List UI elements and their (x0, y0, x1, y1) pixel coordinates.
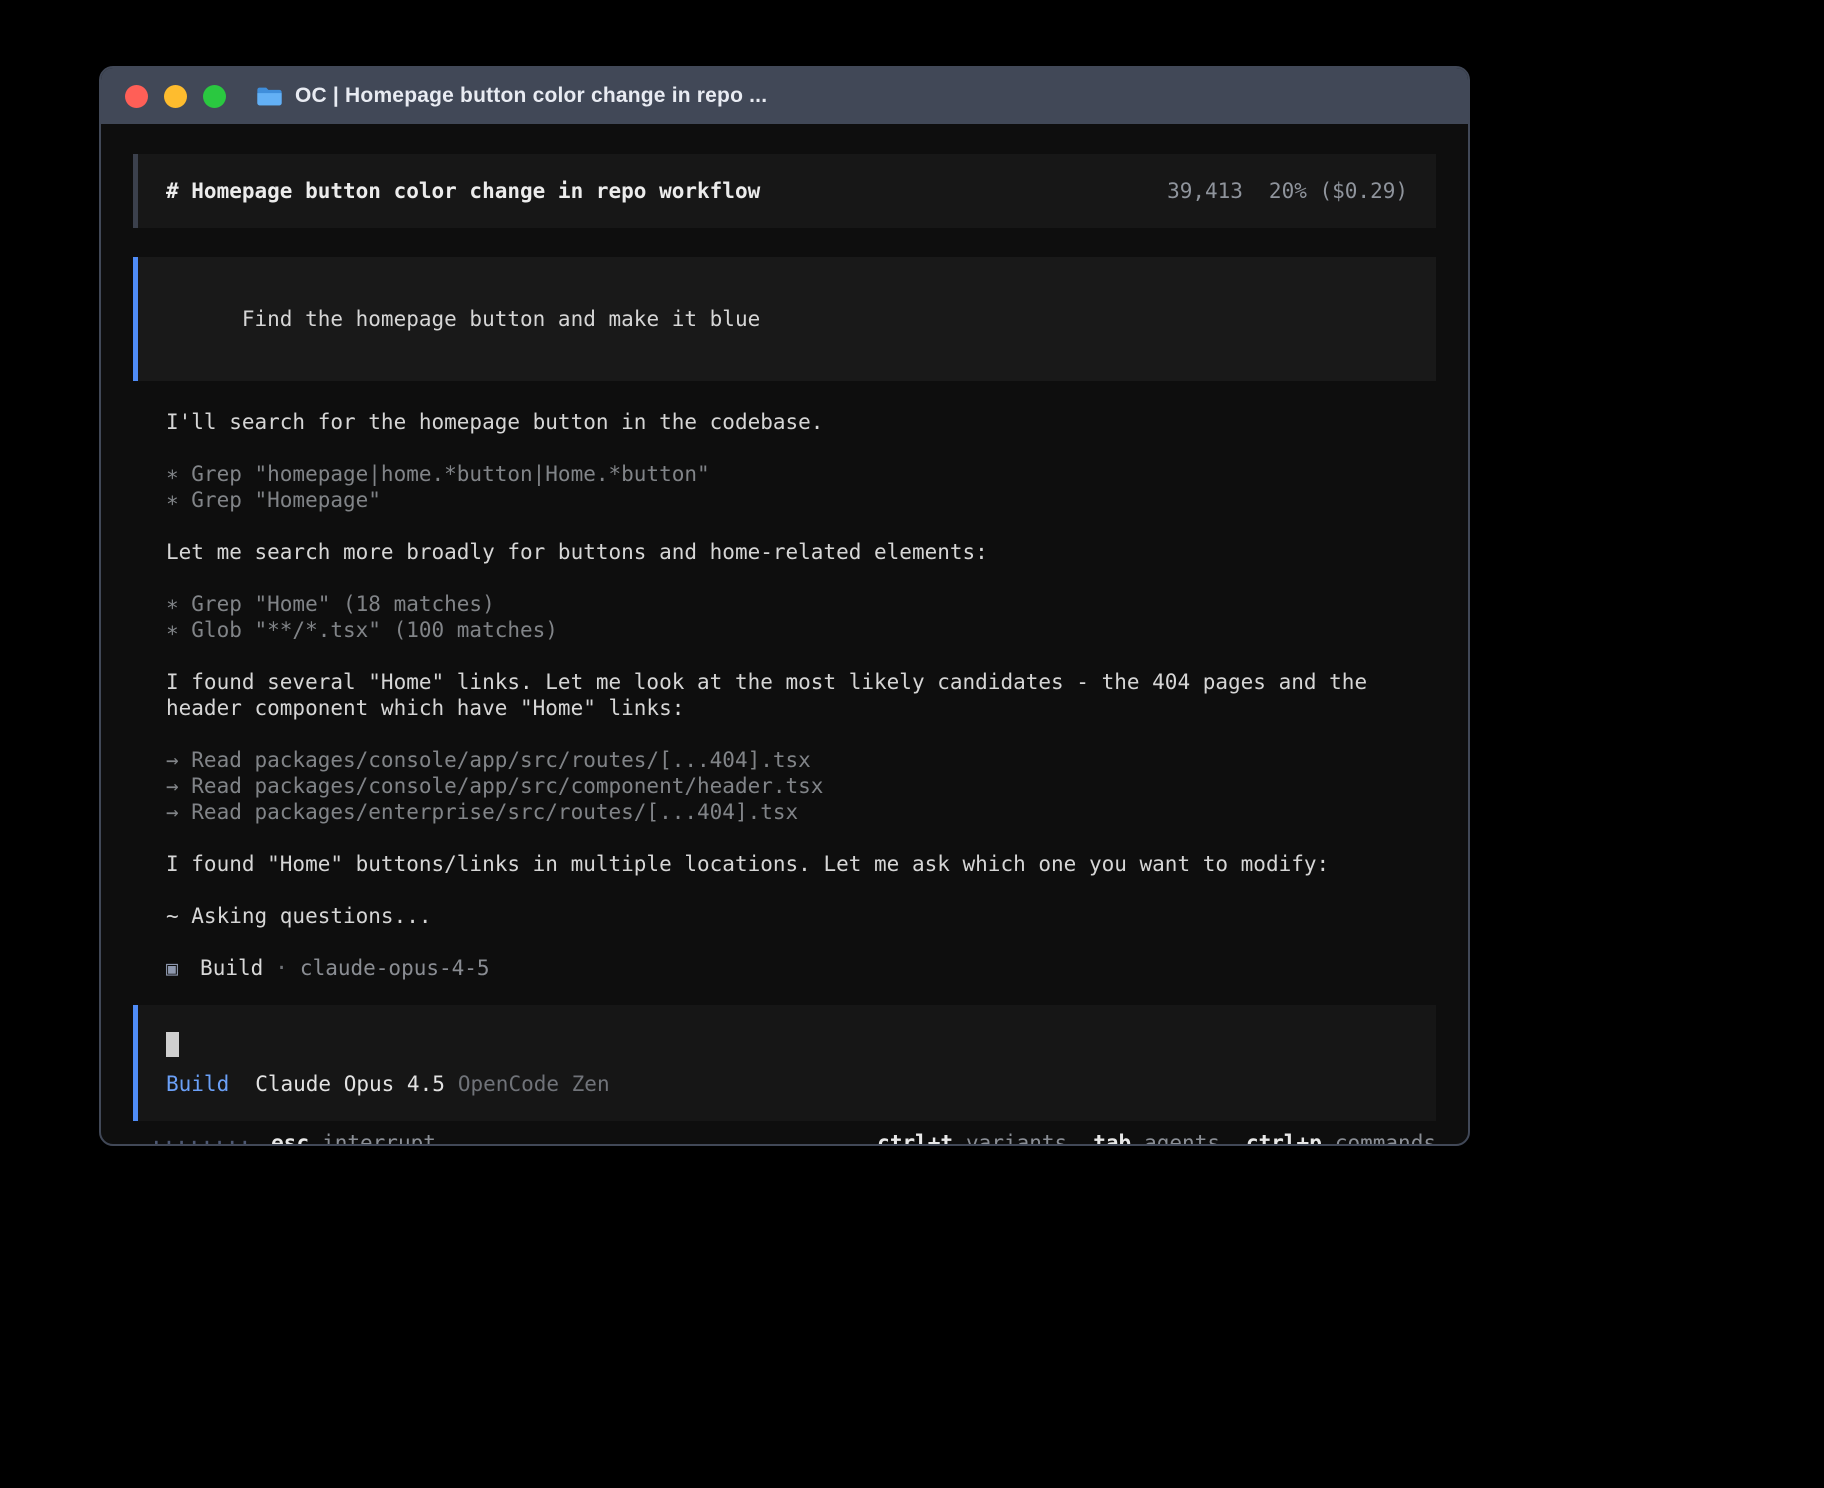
tool-call-line: → Read packages/enterprise/src/routes/[.… (166, 799, 1436, 825)
shortcut-label: agents (1144, 1130, 1220, 1144)
shortcut-label: interrupt (322, 1130, 436, 1144)
folder-icon (256, 86, 283, 107)
window-titlebar: OC | Homepage button color change in rep… (101, 68, 1468, 124)
shortcut-commands: ctrl+p commands (1246, 1130, 1436, 1144)
tool-call-line: ∗ Grep "Homepage" (166, 487, 1436, 513)
shortcut-key: esc (271, 1130, 309, 1144)
pending-status-line: ~ Asking questions... (166, 903, 1436, 929)
shortcut-hints-right: ctrl+t variants tab agents ctrl+p comman… (877, 1130, 1436, 1144)
assistant-text-line: I found several "Home" links. Let me loo… (166, 669, 1436, 695)
assistant-text-line: I'll search for the homepage button in t… (166, 409, 1436, 435)
user-message: Find the homepage button and make it blu… (133, 257, 1436, 381)
agent-model: claude-opus-4-5 (300, 955, 490, 981)
text-cursor (166, 1032, 179, 1057)
assistant-response: I'll search for the homepage button in t… (133, 409, 1436, 981)
prompt-input[interactable]: Build Claude Opus 4.5 OpenCode Zen (133, 1005, 1436, 1121)
shortcut-label: variants (966, 1130, 1067, 1144)
shortcut-key: tab (1093, 1130, 1131, 1144)
close-button[interactable] (125, 85, 148, 108)
window-title: OC | Homepage button color change in rep… (295, 84, 767, 108)
provider-label: OpenCode Zen (458, 1071, 610, 1097)
shortcut-agents: tab agents (1093, 1130, 1220, 1144)
agent-badge: ▣ Build · claude-opus-4-5 (166, 955, 1436, 981)
shortcut-key: ctrl+p (1246, 1130, 1322, 1144)
maximize-button[interactable] (203, 85, 226, 108)
agent-name: Build (200, 955, 263, 981)
tool-call-line: ∗ Glob "**/*.tsx" (100 matches) (166, 617, 1436, 643)
shortcut-interrupt: esc interrupt (271, 1130, 436, 1144)
mode-label: Build (166, 1071, 229, 1097)
agent-square-icon: ▣ (166, 955, 178, 981)
assistant-text-line: Let me search more broadly for buttons a… (166, 539, 1436, 565)
token-count: 39,413 (1167, 178, 1243, 204)
shortcut-variants: ctrl+t variants (877, 1130, 1067, 1144)
terminal-content: # Homepage button color change in repo w… (101, 124, 1468, 1144)
model-label: Claude Opus 4.5 (255, 1071, 445, 1097)
tool-call-line: ∗ Grep "Home" (18 matches) (166, 591, 1436, 617)
shortcut-key: ctrl+t (877, 1130, 953, 1144)
session-header: # Homepage button color change in repo w… (133, 154, 1436, 228)
window-controls (125, 85, 226, 108)
status-bar: ········ esc interrupt ctrl+t variants t… (133, 1130, 1436, 1144)
prompt-editor-line[interactable] (166, 1031, 1408, 1057)
tool-call-line: → Read packages/console/app/src/routes/[… (166, 747, 1436, 773)
shortcut-label: commands (1335, 1130, 1436, 1144)
minimize-button[interactable] (164, 85, 187, 108)
context-cost: 20% ($0.29) (1269, 178, 1408, 204)
session-title: # Homepage button color change in repo w… (166, 178, 760, 204)
spinner-dots: ········ (150, 1130, 251, 1144)
assistant-text-line: I found "Home" buttons/links in multiple… (166, 851, 1436, 877)
user-message-text: Find the homepage button and make it blu… (242, 307, 760, 331)
terminal-window: OC | Homepage button color change in rep… (99, 66, 1470, 1146)
badge-separator: · (275, 955, 288, 981)
input-footer: Build Claude Opus 4.5 OpenCode Zen (166, 1071, 1408, 1097)
tool-call-line: → Read packages/console/app/src/componen… (166, 773, 1436, 799)
tool-call-line: ∗ Grep "homepage|home.*button|Home.*butt… (166, 461, 1436, 487)
assistant-text-line: header component which have "Home" links… (166, 695, 1436, 721)
session-stats: 39,413 20% ($0.29) (1167, 178, 1408, 204)
